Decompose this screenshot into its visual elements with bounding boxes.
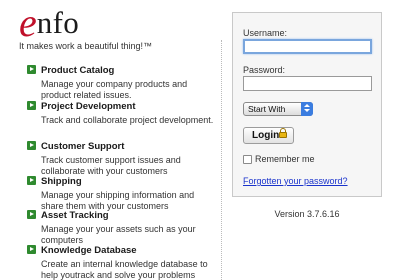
feature-description: Create an internal knowledge database to… bbox=[41, 259, 208, 280]
forgot-password-link[interactable]: Forgotten your password? bbox=[243, 176, 348, 186]
green-arrow-icon bbox=[27, 101, 36, 110]
feature-title: Customer Support bbox=[27, 141, 212, 153]
green-arrow-icon bbox=[27, 141, 36, 150]
logo-text: nfo bbox=[36, 5, 79, 40]
feature-title-text: Customer Support bbox=[41, 141, 125, 152]
feature-title-text: Product Catalog bbox=[41, 65, 115, 76]
feature-title-text: Asset Tracking bbox=[41, 210, 109, 221]
green-arrow-icon bbox=[27, 176, 36, 185]
remember-me-label: Remember me bbox=[255, 154, 315, 164]
tagline: It makes work a beautiful thing!™ bbox=[19, 41, 153, 51]
feature-item: Shipping Manage your shipping informatio… bbox=[27, 176, 212, 211]
green-arrow-icon bbox=[27, 245, 36, 254]
green-arrow-icon bbox=[27, 65, 36, 74]
green-arrow-icon bbox=[27, 210, 36, 219]
feature-item: Knowledge Database Create an internal kn… bbox=[27, 245, 212, 280]
feature-title: Shipping bbox=[27, 176, 212, 188]
start-with-select[interactable]: Start With bbox=[243, 102, 313, 116]
login-page: enfo It makes work a beautiful thing!™ P… bbox=[0, 0, 399, 280]
feature-title-text: Project Development bbox=[41, 101, 136, 112]
username-input[interactable] bbox=[243, 39, 372, 54]
feature-description: Track customer support issues and collab… bbox=[41, 155, 181, 176]
remember-me-checkbox[interactable] bbox=[243, 155, 252, 164]
login-button-label: Login bbox=[252, 130, 280, 141]
feature-item: Asset Tracking Manage your your assets s… bbox=[27, 210, 212, 245]
password-input[interactable] bbox=[243, 76, 372, 91]
feature-title: Product Catalog bbox=[27, 65, 212, 77]
username-label: Username: bbox=[243, 28, 288, 38]
login-button[interactable]: Login bbox=[243, 127, 294, 144]
feature-description: Track and collaborate project developmen… bbox=[41, 115, 214, 125]
up-down-arrows-icon bbox=[301, 102, 313, 116]
feature-item: Project Development Track and collaborat… bbox=[27, 101, 213, 126]
column-divider bbox=[221, 40, 222, 280]
feature-title-text: Knowledge Database bbox=[41, 245, 137, 256]
feature-title: Knowledge Database bbox=[27, 245, 212, 257]
lock-icon bbox=[279, 128, 287, 138]
feature-description: Manage your your assets such as your com… bbox=[41, 224, 196, 245]
start-with-value: Start With bbox=[248, 104, 286, 114]
feature-description: Manage your company products and product… bbox=[41, 79, 188, 100]
logo-e: e bbox=[19, 0, 37, 45]
password-label: Password: bbox=[243, 65, 286, 75]
login-panel: Username: Password: Start With Login Rem… bbox=[232, 12, 382, 197]
enfo-logo: enfo bbox=[19, 0, 79, 45]
feature-title: Asset Tracking bbox=[27, 210, 212, 222]
version-text: Version 3.7.6.16 bbox=[274, 209, 340, 219]
feature-item: Product Catalog Manage your company prod… bbox=[27, 65, 212, 100]
feature-item: Customer Support Track customer support … bbox=[27, 141, 212, 176]
feature-title-text: Shipping bbox=[41, 176, 82, 187]
feature-description: Manage your shipping information and sha… bbox=[41, 190, 195, 211]
feature-title: Project Development bbox=[27, 101, 212, 113]
